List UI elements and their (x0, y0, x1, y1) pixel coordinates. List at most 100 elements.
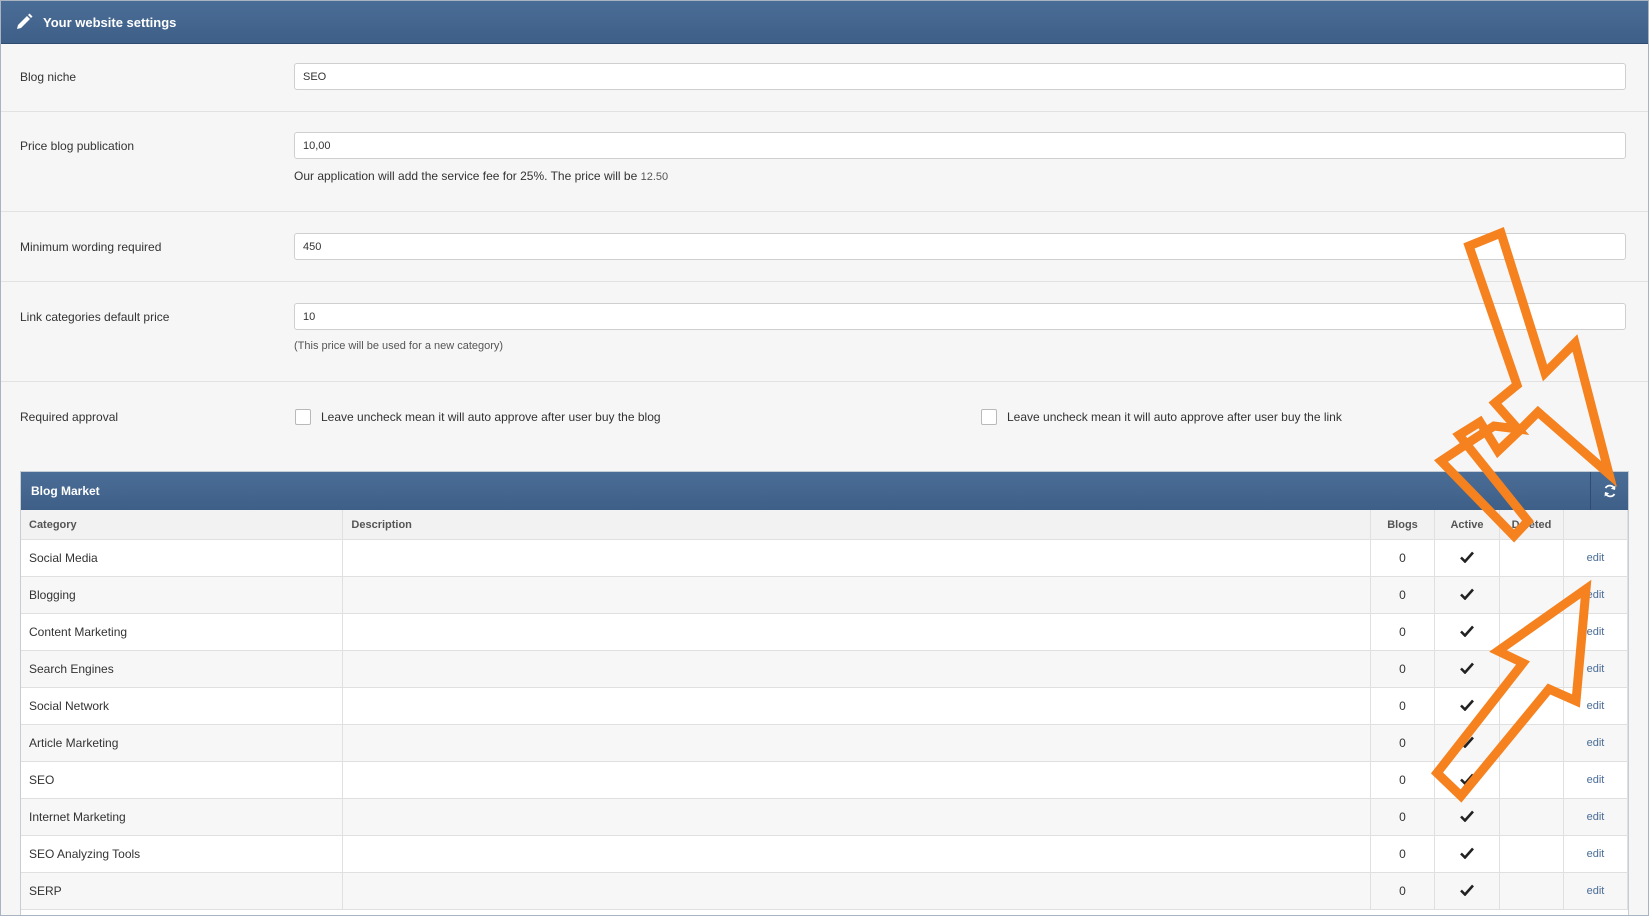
category-cell: Social Media (21, 539, 344, 577)
checkmark-icon (1460, 847, 1474, 859)
edit-link[interactable]: edit (1563, 761, 1629, 799)
deleted-cell (1499, 613, 1564, 651)
description-cell (342, 650, 1372, 688)
link-categories-help: (This price will be used for a new categ… (294, 340, 504, 352)
category-cell: SERP (21, 872, 344, 910)
edit-link[interactable]: edit (1563, 576, 1629, 614)
link-categories-row: Link categories default price 10 (This p… (1, 282, 1648, 382)
price-blog-input[interactable]: 10,00 (294, 132, 1626, 159)
description-cell (342, 687, 1372, 725)
checkmark-icon (1460, 625, 1474, 637)
column-deleted[interactable]: Deleted (1499, 510, 1564, 540)
active-cell (1434, 576, 1500, 614)
deleted-cell (1499, 539, 1564, 577)
description-cell (342, 835, 1372, 873)
table-row: SERP 0 edit (21, 872, 1629, 910)
category-cell: Internet Marketing (21, 798, 344, 836)
table-row: Article Marketing 0 edit (21, 724, 1629, 762)
blog-market-title: Blog Market (31, 484, 100, 498)
table-header-row: Category Description Blogs Active Delete… (21, 510, 1629, 540)
description-cell (342, 761, 1372, 799)
blogs-cell: 0 (1370, 576, 1435, 614)
edit-link[interactable]: edit (1563, 872, 1629, 910)
price-blog-row: Price blog publication 10,00 Our applica… (1, 112, 1648, 212)
table-row: Content Marketing 0 edit (21, 613, 1629, 651)
checkmark-icon (1460, 810, 1474, 822)
table-row: Search Engines 0 edit (21, 650, 1629, 688)
approve-blog-box[interactable] (295, 409, 311, 425)
edit-link[interactable]: edit (1563, 613, 1629, 651)
blog-market-panel: Blog Market Category Description Blogs A… (20, 471, 1629, 915)
deleted-cell (1499, 835, 1564, 873)
service-fee-text: Our application will add the service fee… (294, 169, 638, 183)
blogs-cell: 0 (1370, 761, 1435, 799)
active-cell (1434, 687, 1500, 725)
table-body: Social Media 0 edit Blogging 0 edit Content Ma… (21, 539, 1629, 910)
deleted-cell (1499, 724, 1564, 762)
description-cell (342, 539, 1372, 577)
final-price: 12.50 (640, 171, 669, 183)
blog-niche-label: Blog niche (20, 70, 77, 84)
category-cell: SEO Analyzing Tools (21, 835, 344, 873)
approve-blog-checkbox[interactable]: Leave uncheck mean it will auto approve … (295, 409, 661, 425)
table-row: SEO 0 edit (21, 761, 1629, 799)
table-row: Social Network 0 edit (21, 687, 1629, 725)
description-cell (342, 613, 1372, 651)
approve-link-box[interactable] (981, 409, 997, 425)
active-cell (1434, 872, 1500, 910)
approve-link-label: Leave uncheck mean it will auto approve … (1007, 410, 1342, 424)
column-category[interactable]: Category (21, 510, 344, 540)
settings-header: Your website settings (1, 1, 1648, 44)
refresh-icon[interactable] (1590, 472, 1628, 510)
column-description[interactable]: Description (342, 510, 1372, 540)
category-cell: Content Marketing (21, 613, 344, 651)
required-approval-label: Required approval (20, 410, 119, 424)
blogs-cell: 0 (1370, 539, 1435, 577)
blog-niche-input[interactable]: SEO (294, 63, 1626, 90)
link-categories-input[interactable]: 10 (294, 303, 1626, 330)
deleted-cell (1499, 650, 1564, 688)
link-categories-label: Link categories default price (20, 310, 170, 324)
edit-link[interactable]: edit (1563, 798, 1629, 836)
checkmark-icon (1460, 551, 1474, 563)
pencil-icon (15, 13, 33, 31)
edit-link[interactable]: edit (1563, 650, 1629, 688)
edit-link[interactable]: edit (1563, 687, 1629, 725)
min-wording-input[interactable]: 450 (294, 233, 1626, 260)
blog-niche-row: Blog niche SEO (1, 43, 1648, 112)
category-cell: Social Network (21, 687, 344, 725)
blogs-cell: 0 (1370, 798, 1435, 836)
active-cell (1434, 650, 1500, 688)
blogs-cell: 0 (1370, 835, 1435, 873)
deleted-cell (1499, 761, 1564, 799)
column-active[interactable]: Active (1434, 510, 1500, 540)
checkmark-icon (1460, 773, 1474, 785)
blog-market-header: Blog Market (21, 472, 1628, 510)
price-blog-label: Price blog publication (20, 139, 135, 153)
min-wording-label: Minimum wording required (20, 240, 162, 254)
blogs-cell: 0 (1370, 687, 1435, 725)
checkmark-icon (1460, 662, 1474, 674)
checkmark-icon (1460, 884, 1474, 896)
category-cell: Article Marketing (21, 724, 344, 762)
column-actions (1563, 510, 1629, 540)
column-blogs[interactable]: Blogs (1370, 510, 1435, 540)
deleted-cell (1499, 576, 1564, 614)
blogs-cell: 0 (1370, 613, 1435, 651)
description-cell (342, 872, 1372, 910)
blogs-cell: 0 (1370, 872, 1435, 910)
active-cell (1434, 761, 1500, 799)
active-cell (1434, 539, 1500, 577)
deleted-cell (1499, 872, 1564, 910)
approve-link-checkbox[interactable]: Leave uncheck mean it will auto approve … (981, 409, 1342, 425)
min-wording-row: Minimum wording required 450 (1, 212, 1648, 282)
checkmark-icon (1460, 699, 1474, 711)
checkmark-icon (1460, 588, 1474, 600)
edit-link[interactable]: edit (1563, 724, 1629, 762)
edit-link[interactable]: edit (1563, 539, 1629, 577)
active-cell (1434, 798, 1500, 836)
table-row: Internet Marketing 0 edit (21, 798, 1629, 836)
description-cell (342, 724, 1372, 762)
table-row: Blogging 0 edit (21, 576, 1629, 614)
edit-link[interactable]: edit (1563, 835, 1629, 873)
